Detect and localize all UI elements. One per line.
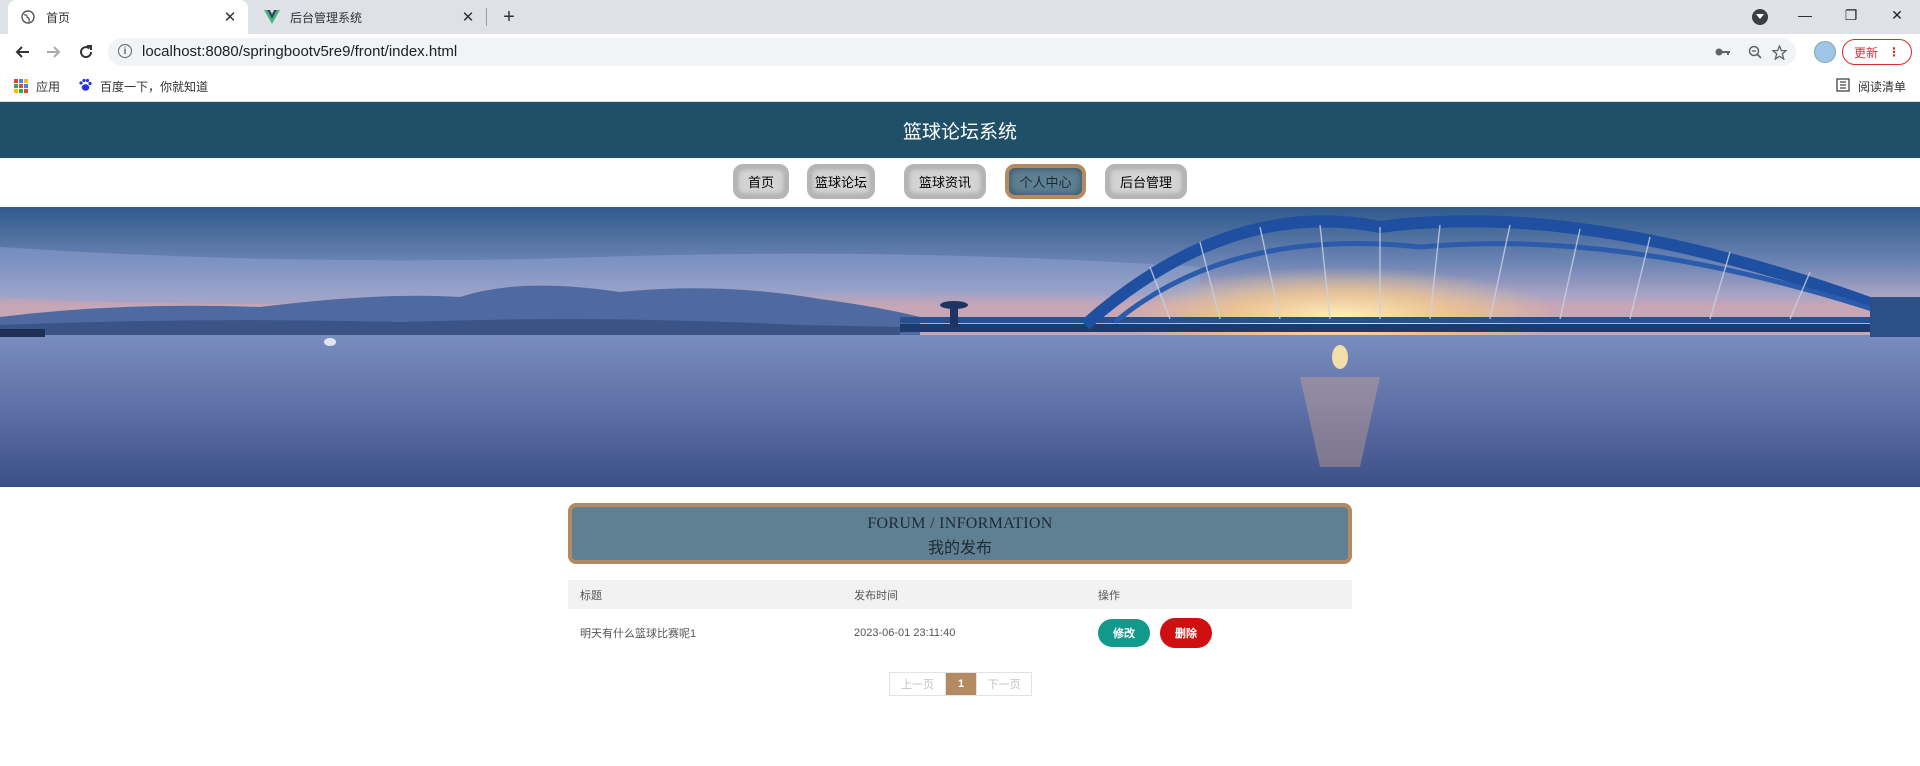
nav-admin[interactable]: 后台管理 bbox=[1105, 164, 1187, 199]
section-title-box: FORUM / INFORMATION 我的发布 bbox=[568, 503, 1352, 564]
vue-logo-icon bbox=[264, 9, 280, 25]
bookmark-apps[interactable]: 应用 bbox=[14, 70, 60, 102]
post-time-cell: 2023-06-01 23:11:40 bbox=[854, 627, 956, 639]
tab-title: 首页 bbox=[46, 10, 71, 25]
nav-home[interactable]: 首页 bbox=[733, 164, 789, 199]
next-page-button[interactable]: 下一页 bbox=[976, 673, 1031, 695]
nav-news[interactable]: 篮球资讯 bbox=[904, 164, 986, 199]
globe-icon bbox=[20, 9, 36, 25]
prev-page-button[interactable]: 上一页 bbox=[890, 673, 946, 695]
back-icon[interactable] bbox=[10, 40, 34, 64]
key-icon[interactable] bbox=[1714, 43, 1732, 61]
close-window-button[interactable]: ✕ bbox=[1874, 0, 1920, 30]
restore-button[interactable]: ❐ bbox=[1828, 0, 1874, 30]
bookmark-label: 百度一下，你就知道 bbox=[100, 79, 209, 94]
browser-tab-strip: 首页 ✕ 后台管理系统 ✕ + — ❐ ✕ bbox=[0, 0, 1920, 34]
address-bar[interactable]: i localhost:8080/springbootv5re9/front/i… bbox=[108, 38, 1796, 66]
section-title-en: FORUM / INFORMATION bbox=[867, 515, 1053, 532]
main-nav: 首页 篮球论坛 篮球资讯 个人中心 后台管理 bbox=[0, 158, 1920, 207]
close-tab-icon[interactable]: ✕ bbox=[458, 7, 478, 27]
profile-avatar[interactable] bbox=[1814, 41, 1836, 63]
address-url[interactable]: localhost:8080/springbootv5re9/front/ind… bbox=[142, 43, 457, 60]
post-title-cell[interactable]: 明天有什么篮球比赛呢1 bbox=[580, 609, 696, 657]
tab-home[interactable]: 首页 ✕ bbox=[8, 0, 248, 34]
nav-personal-center[interactable]: 个人中心 bbox=[1005, 164, 1086, 199]
edit-button[interactable]: 修改 bbox=[1098, 619, 1150, 647]
tab-search-icon[interactable] bbox=[1752, 9, 1768, 25]
bookmarks-bar: 应用 百度一下，你就知道 阅读清单 bbox=[0, 70, 1920, 102]
pagination: 上一页 1 下一页 bbox=[889, 672, 1032, 696]
close-tab-icon[interactable]: ✕ bbox=[220, 7, 240, 27]
tab-title: 后台管理系统 bbox=[290, 10, 363, 25]
table-row: 明天有什么篮球比赛呢1 2023-06-01 23:11:40 修改 删除 bbox=[568, 609, 1352, 657]
tab-admin[interactable]: 后台管理系统 ✕ bbox=[252, 0, 486, 34]
baidu-paw-icon bbox=[78, 78, 92, 95]
forward-icon[interactable] bbox=[42, 40, 66, 64]
bookmark-baidu[interactable]: 百度一下，你就知道 bbox=[78, 70, 208, 102]
update-button[interactable]: 更新 ⋮ bbox=[1842, 39, 1912, 65]
delete-button[interactable]: 删除 bbox=[1160, 618, 1212, 648]
table-header: 标题 发布时间 操作 bbox=[568, 580, 1352, 609]
site-title: 篮球论坛系统 bbox=[902, 120, 1017, 143]
reading-list-icon bbox=[1836, 77, 1850, 95]
star-icon[interactable] bbox=[1770, 43, 1788, 61]
col-header-title: 标题 bbox=[580, 589, 602, 602]
my-posts-table: 标题 发布时间 操作 明天有什么篮球比赛呢1 2023-06-01 23:11:… bbox=[568, 580, 1352, 657]
site-header: 篮球论坛系统 bbox=[0, 102, 1920, 158]
apps-grid-icon bbox=[14, 79, 28, 93]
col-header-actions: 操作 bbox=[1098, 589, 1120, 602]
section-title-cn: 我的发布 bbox=[927, 538, 992, 557]
update-label: 更新 bbox=[1853, 45, 1878, 60]
reading-list[interactable]: 阅读清单 bbox=[1836, 70, 1906, 102]
hero-banner-image bbox=[0, 207, 1920, 487]
browser-toolbar: i localhost:8080/springbootv5re9/front/i… bbox=[0, 34, 1920, 70]
actions-cell: 修改 删除 bbox=[1098, 609, 1212, 657]
zoom-icon[interactable] bbox=[1746, 43, 1764, 61]
reload-icon[interactable] bbox=[74, 40, 98, 64]
minimize-button[interactable]: — bbox=[1782, 0, 1828, 30]
more-menu-icon: ⋮ bbox=[1888, 45, 1900, 59]
nav-forum[interactable]: 篮球论坛 bbox=[807, 164, 875, 199]
page-1-button[interactable]: 1 bbox=[946, 673, 976, 695]
new-tab-button[interactable]: + bbox=[498, 6, 520, 28]
site-info-icon[interactable]: i bbox=[118, 44, 132, 58]
reading-list-label: 阅读清单 bbox=[1858, 79, 1907, 94]
col-header-time: 发布时间 bbox=[854, 589, 898, 602]
tab-separator bbox=[486, 8, 487, 26]
bookmark-label: 应用 bbox=[36, 79, 61, 94]
